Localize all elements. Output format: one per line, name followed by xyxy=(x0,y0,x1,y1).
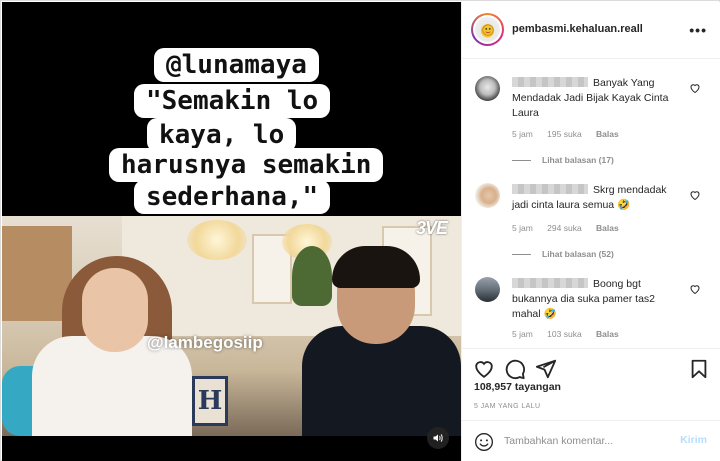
quote-line-5: sederhana," xyxy=(134,180,331,214)
quote-line-4: harusnya semakin xyxy=(109,148,384,182)
post-video[interactable]: @lunamaya "Semakin lo kaya, lo harusnya … xyxy=(2,2,461,461)
comment-meta: 5 jam 294 suka Balas xyxy=(512,223,631,233)
channel-logo: 3VE xyxy=(415,218,448,238)
video-watermark: @lambegosiip xyxy=(147,333,263,352)
post-header: pembasmi.kehaluan.reall ••• xyxy=(462,2,720,59)
emoji-icon[interactable] xyxy=(474,432,494,452)
comment-meta: 5 jam 103 suka Balas xyxy=(512,329,631,339)
video-frame: H @lambegosiip 3VE xyxy=(2,216,461,436)
comment-avatar[interactable] xyxy=(475,183,500,208)
share-icon[interactable] xyxy=(535,358,557,380)
comment-likes[interactable]: 294 suka xyxy=(547,223,582,233)
mascot-icon xyxy=(481,23,494,36)
speaker-icon xyxy=(433,434,443,442)
comment-icon[interactable] xyxy=(504,358,526,380)
blurred-username[interactable] xyxy=(512,184,588,194)
comment-likes[interactable]: 103 suka xyxy=(547,329,582,339)
mute-button[interactable] xyxy=(427,427,449,449)
blurred-username[interactable] xyxy=(512,77,588,87)
more-horizontal-icon[interactable]: ••• xyxy=(689,22,707,38)
quote-line-1: @lunamaya xyxy=(154,48,319,82)
blurred-username[interactable] xyxy=(512,278,588,288)
comment-likes[interactable]: 195 suka xyxy=(547,129,582,139)
post-timestamp[interactable]: 5 JAM YANG LALU xyxy=(474,403,540,410)
post-comment-button[interactable]: Kirim xyxy=(680,434,707,446)
comment-time: 5 jam xyxy=(512,223,533,233)
profile-avatar[interactable] xyxy=(471,13,504,46)
view-count[interactable]: 108,957 tayangan xyxy=(474,381,561,393)
comment-meta: 5 jam 195 suka Balas xyxy=(512,129,631,139)
comment-heart-icon[interactable] xyxy=(689,82,701,94)
reply-button[interactable]: Balas xyxy=(596,129,619,139)
heart-icon[interactable] xyxy=(473,358,495,380)
video-caption-area: @lunamaya "Semakin lo kaya, lo harusnya … xyxy=(2,30,461,216)
quote-line-3: kaya, lo xyxy=(147,118,297,152)
comment-avatar[interactable] xyxy=(475,277,500,302)
comment-time: 5 jam xyxy=(512,129,533,139)
comment-time: 5 jam xyxy=(512,329,533,339)
video-bottom-bar xyxy=(2,436,461,461)
comment-text: Skrg mendadak jadi cinta laura semua 🤣 xyxy=(512,184,667,211)
comment-text: Banyak Yang Mendadak Jadi Bijak Kayak Ci… xyxy=(512,77,669,119)
post-side-panel: pembasmi.kehaluan.reall ••• Banyak Yang … xyxy=(461,2,720,461)
comment-composer: Kirim xyxy=(462,420,720,461)
view-replies-button[interactable]: Lihat balasan (52) xyxy=(512,249,614,259)
comment-text: Boong bgt bukannya dia suka pamer tas2 m… xyxy=(512,278,656,320)
comment-heart-icon[interactable] xyxy=(689,283,701,295)
comment-avatar[interactable] xyxy=(475,76,500,101)
comment-heart-icon[interactable] xyxy=(689,189,701,201)
comment-input[interactable] xyxy=(504,431,674,451)
quote-line-2: "Semakin lo xyxy=(134,84,331,118)
reply-button[interactable]: Balas xyxy=(596,223,619,233)
bookmark-icon[interactable] xyxy=(688,358,710,380)
view-replies-button[interactable]: Lihat balasan (17) xyxy=(512,155,614,165)
instagram-post-frame: @lunamaya "Semakin lo kaya, lo harusnya … xyxy=(0,0,720,461)
reply-button[interactable]: Balas xyxy=(596,329,619,339)
profile-username[interactable]: pembasmi.kehaluan.reall xyxy=(512,23,643,35)
